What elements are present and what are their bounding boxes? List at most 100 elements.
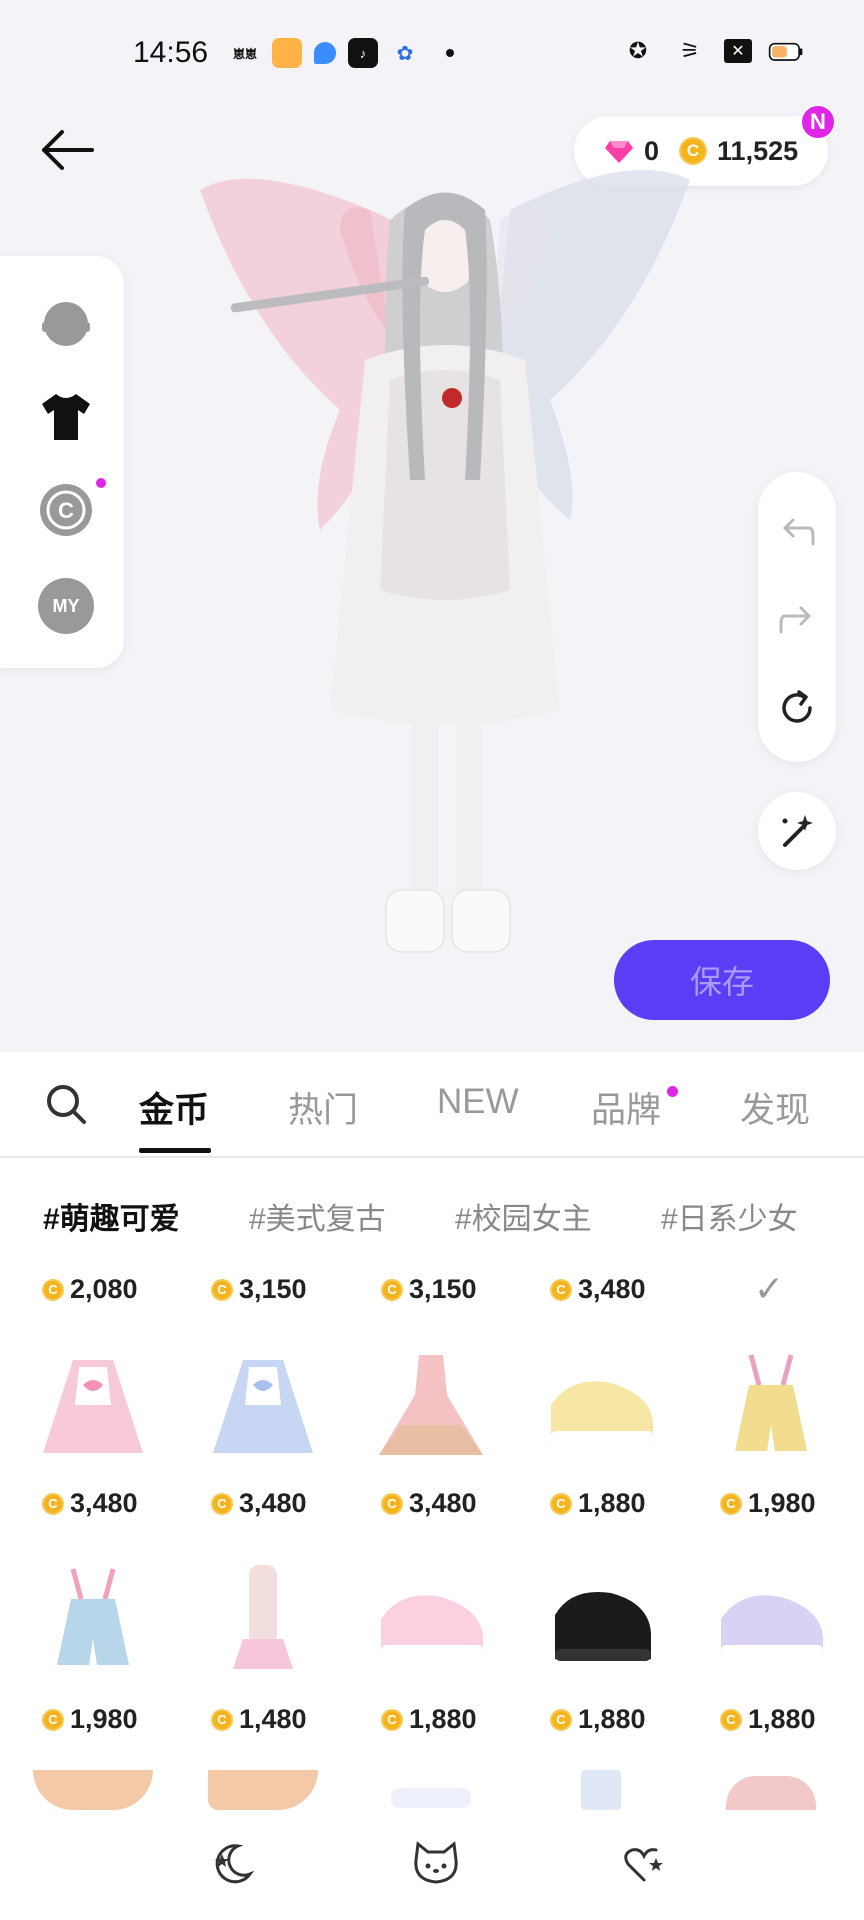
redo-icon — [779, 606, 811, 634]
coin-icon: C — [381, 1278, 403, 1301]
item-price: C 3,150 — [211, 1274, 307, 1305]
app-icon-3 — [314, 42, 336, 64]
item-price: C 1,480 — [211, 1704, 307, 1735]
undo-button[interactable] — [773, 508, 821, 556]
reset-button[interactable] — [773, 684, 821, 732]
svg-text:C: C — [58, 498, 74, 523]
item-leg-warmers[interactable] — [198, 1554, 328, 1684]
coin-icon: C — [42, 1708, 64, 1731]
heart-star-icon — [624, 1848, 663, 1882]
bottom-nav — [0, 1816, 864, 1920]
hello-kitty-icon — [414, 1841, 458, 1884]
item-pink-maid-dress[interactable] — [28, 1340, 158, 1470]
app-icon-1: 崽崽 — [232, 46, 257, 61]
coin-icon: C — [550, 1708, 572, 1731]
tab-discover[interactable]: 发现 — [740, 1082, 810, 1133]
back-button[interactable] — [36, 118, 100, 182]
tag-campus[interactable]: #校园女主 — [455, 1194, 592, 1238]
item-price: C 1,880 — [720, 1704, 816, 1735]
item-partial-1[interactable] — [28, 1770, 158, 1816]
item-price: C 3,480 — [381, 1488, 477, 1519]
coin-icon: C — [550, 1278, 572, 1301]
item-blue-maid-dress[interactable] — [198, 1340, 328, 1470]
item-price: C 1,980 — [720, 1488, 816, 1519]
tab-popular[interactable]: 热门 — [288, 1082, 358, 1133]
item-price: C 1,880 — [381, 1704, 477, 1735]
nav-moon-button[interactable] — [206, 1838, 258, 1890]
checkmark-icon[interactable]: ✓ — [754, 1268, 784, 1310]
item-grid: #萌趣可爱 #美式复古 #校园女主 #日系少女 C 2,080 C 3,150 C3… — [0, 1158, 864, 1816]
coin-icon: C — [720, 1492, 742, 1515]
brand-new-dot — [667, 1086, 678, 1097]
coin-icon: C — [550, 1492, 572, 1515]
item-price: C 3,480 — [211, 1488, 307, 1519]
app-icon-2 — [272, 38, 302, 68]
clothing-category-button[interactable] — [38, 388, 94, 444]
close-box-icon: ✕ — [724, 39, 752, 63]
coin-icon: C — [211, 1708, 233, 1731]
item-pink-sneakers[interactable] — [366, 1554, 496, 1684]
tab-coins[interactable]: 金币 — [139, 1082, 209, 1133]
item-partial-3[interactable] — [366, 1788, 496, 1816]
tiktok-icon: ♪ — [348, 38, 378, 68]
notification-badge: N — [800, 104, 836, 140]
coin-circle-icon: C — [40, 484, 92, 536]
item-price: C 1,880 — [550, 1704, 646, 1735]
signal-icon: ⚞ — [680, 38, 700, 63]
item-partial-5[interactable] — [706, 1776, 836, 1816]
coin-count: 11,525 — [717, 135, 799, 166]
coin-icon: C — [720, 1708, 742, 1731]
status-bar: 14:56 崽崽 ♪ ✿ ✪ ⚞ ✕ — [0, 0, 864, 110]
battery-icon — [768, 36, 804, 66]
item-yellow-sneakers[interactable] — [536, 1340, 666, 1470]
item-price: C 1,980 — [42, 1704, 138, 1735]
category-tab-bar: 金币 热门 NEW 品牌 发现 — [0, 1052, 864, 1158]
coin-icon: C — [42, 1492, 64, 1515]
history-panel — [758, 472, 836, 762]
undo-icon — [783, 518, 815, 546]
item-pink-ruffle-dress[interactable] — [366, 1340, 496, 1470]
redo-button[interactable] — [773, 596, 821, 644]
tshirt-icon — [42, 394, 90, 440]
magic-wand-icon — [782, 815, 813, 847]
search-icon[interactable] — [44, 1082, 88, 1126]
status-app-icons: 崽崽 ♪ ✿ — [230, 38, 454, 68]
item-black-platform-shoes[interactable] — [536, 1554, 666, 1684]
new-dot-indicator — [96, 478, 106, 488]
head-category-button[interactable] — [38, 296, 94, 352]
active-tab-indicator — [139, 1148, 211, 1153]
item-price: C 2,080 — [42, 1274, 138, 1305]
item-price: C 3,480 — [550, 1274, 646, 1305]
coin-icon: C — [42, 1278, 64, 1301]
status-time: 14:56 — [133, 36, 209, 69]
item-partial-4[interactable] — [536, 1770, 666, 1816]
my-icon: MY — [38, 578, 94, 634]
magic-wand-button[interactable] — [758, 792, 836, 870]
avatar-figure[interactable] — [190, 150, 710, 1020]
my-category-button[interactable]: MY — [38, 578, 94, 634]
coin-icon: C — [211, 1492, 233, 1515]
tag-cute[interactable]: #萌趣可爱 — [43, 1194, 180, 1238]
save-button[interactable]: 保存 — [614, 940, 830, 1020]
item-lavender-sneakers[interactable] — [706, 1554, 836, 1684]
item-blue-overalls[interactable] — [28, 1554, 158, 1684]
item-price: C 1,880 — [550, 1488, 646, 1519]
category-panel: C MY — [0, 256, 124, 668]
item-price: C 3,150 — [381, 1274, 477, 1305]
refresh-icon — [782, 690, 812, 723]
item-price: C 3,480 — [42, 1488, 138, 1519]
coin-icon: C — [381, 1708, 403, 1731]
coin-icon: C — [381, 1492, 403, 1515]
item-partial-2[interactable] — [198, 1770, 328, 1816]
notification-icon-1: ✪ — [628, 38, 648, 63]
item-yellow-overalls[interactable] — [706, 1340, 836, 1470]
nav-hellokitty-button[interactable] — [410, 1838, 462, 1890]
arrow-left-icon — [42, 130, 94, 170]
coin-icon: C — [211, 1278, 233, 1301]
nav-heart-star-button[interactable] — [618, 1838, 670, 1890]
tag-american-vintage[interactable]: #美式复古 — [249, 1194, 386, 1238]
tag-japanese-girl[interactable]: #日系少女 — [661, 1194, 798, 1238]
coin-category-button[interactable]: C — [38, 482, 94, 538]
tab-new[interactable]: NEW — [437, 1082, 519, 1122]
tab-brand[interactable]: 品牌 — [591, 1082, 661, 1133]
